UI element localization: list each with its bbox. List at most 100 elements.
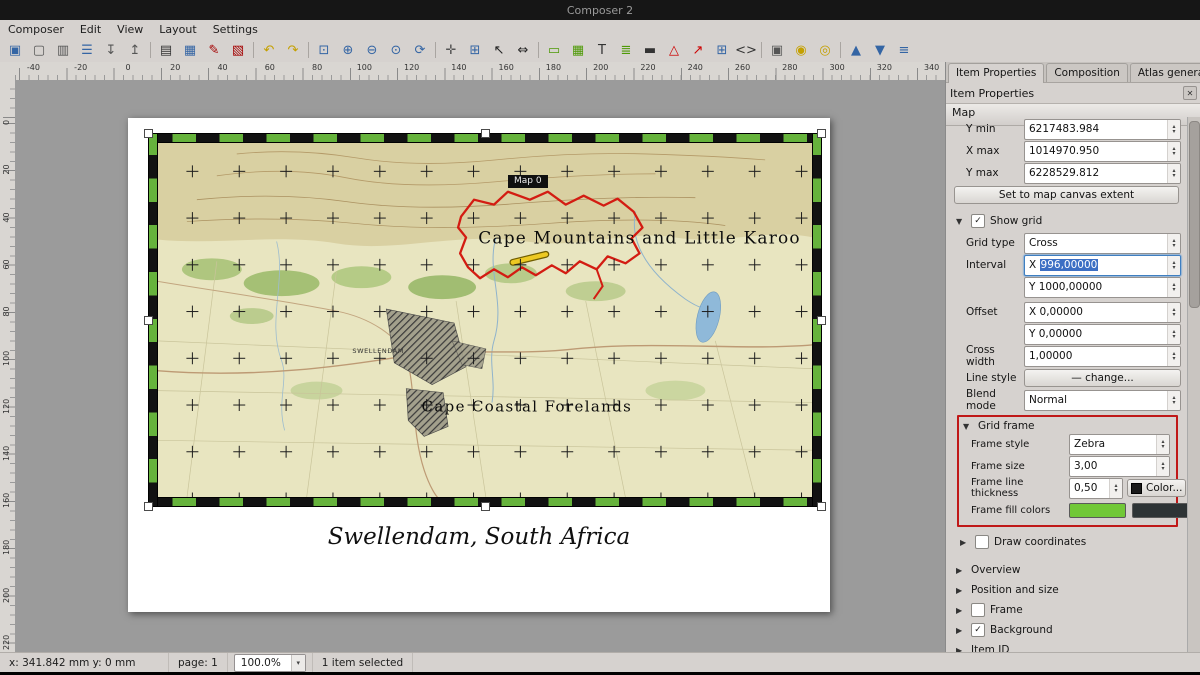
export-svg-icon[interactable]: ✎ [203,40,225,61]
interval-y-field[interactable]: Y 1000,00000 ▴▾ [1024,277,1181,298]
new-composer-icon[interactable]: ▢ [28,40,50,61]
set-map-canvas-extent-button[interactable]: Set to map canvas extent [954,186,1179,204]
add-label-icon[interactable]: T [591,40,613,61]
combo-arrows-icon[interactable]: ▴▾ [1156,435,1169,454]
background-checkbox[interactable]: ✓ [971,623,985,637]
zoom-level-combo[interactable]: 100.0% ▾ [234,654,306,672]
spinner-arrows-icon[interactable]: ▴▾ [1167,325,1180,344]
spinner-arrows-icon[interactable]: ▴▾ [1167,303,1180,322]
select-move-item-icon[interactable]: ↖ [488,40,510,61]
add-arrow-icon[interactable]: ↗ [687,40,709,61]
composition-canvas[interactable]: Cape Mountains and Little Karoo Cape Coa… [15,80,945,653]
collapse-arrow-icon[interactable]: ▼ [963,422,973,431]
add-map-icon[interactable]: ▭ [543,40,565,61]
add-scalebar-icon[interactable]: ▬ [639,40,661,61]
spinner-arrows-icon[interactable]: ▴▾ [1156,457,1169,476]
scrollbar-thumb[interactable] [1189,121,1200,308]
spinner-arrows-icon[interactable]: ▴▾ [1167,120,1180,139]
unlock-items-icon[interactable]: ◎ [814,40,836,61]
zoom-out-icon[interactable]: ⊖ [361,40,383,61]
collapse-arrow-icon[interactable]: ▼ [956,217,966,226]
save-project-icon[interactable]: ▣ [4,40,26,61]
ymin-field[interactable]: 6217483.984 ▴▾ [1024,119,1181,140]
close-panel-icon[interactable]: ✕ [1183,86,1197,100]
lower-items-icon[interactable]: ▼ [869,40,891,61]
save-template-icon[interactable]: ↥ [124,40,146,61]
blend-mode-combo[interactable]: Normal ▴▾ [1024,390,1181,411]
add-table-icon[interactable]: ⊞ [711,40,733,61]
selection-handle-e[interactable] [817,316,826,325]
frame-line-thickness-field[interactable]: 0,50 ▴▾ [1069,478,1123,499]
spinner-arrows-icon[interactable]: ▴▾ [1167,347,1180,366]
map-item[interactable]: Cape Mountains and Little Karoo Cape Coa… [148,133,822,507]
export-pdf-icon[interactable]: ▧ [227,40,249,61]
undo-icon[interactable]: ↶ [258,40,280,61]
panel-scrollbar[interactable] [1187,117,1200,653]
chevron-down-icon[interactable]: ▾ [291,655,305,671]
zoom-full-icon[interactable]: ⊡ [313,40,335,61]
interval-x-field[interactable]: X 996,00000 ▴▾ [1024,255,1181,276]
zoom-rect-icon[interactable]: ⊞ [464,40,486,61]
export-image-icon[interactable]: ▦ [179,40,201,61]
frame-fill-color1-swatch[interactable] [1069,503,1126,518]
menu-layout[interactable]: Layout [151,22,204,37]
grid-type-combo[interactable]: Cross ▴▾ [1024,233,1181,254]
spinner-arrows-icon[interactable]: ▴▾ [1167,278,1180,297]
menu-view[interactable]: View [109,22,151,37]
combo-arrows-icon[interactable]: ▴▾ [1167,391,1180,410]
composer-manager-icon[interactable]: ☰ [76,40,98,61]
expand-arrow-icon[interactable]: ▶ [956,566,966,575]
expand-arrow-icon[interactable]: ▶ [956,586,966,595]
composition-title-label[interactable]: Swellendam, South Africa [128,524,830,550]
menu-settings[interactable]: Settings [205,22,266,37]
frame-style-combo[interactable]: Zebra ▴▾ [1069,434,1170,455]
selection-handle-se[interactable] [817,502,826,511]
frame-fill-color2-swatch[interactable] [1132,503,1187,518]
frame-checkbox[interactable] [971,603,985,617]
show-grid-checkbox[interactable]: ✓ [971,214,985,228]
selection-handle-ne[interactable] [817,129,826,138]
ymax-field[interactable]: 6228529.812 ▴▾ [1024,163,1181,184]
print-icon[interactable]: ▤ [155,40,177,61]
selection-handle-s[interactable] [481,502,490,511]
pan-icon[interactable]: ✛ [440,40,462,61]
selection-handle-nw[interactable] [144,129,153,138]
selection-handle-sw[interactable] [144,502,153,511]
selection-handle-n[interactable] [481,129,490,138]
add-image-icon[interactable]: ▦ [567,40,589,61]
tab-item-properties[interactable]: Item Properties [948,63,1044,83]
tab-composition[interactable]: Composition [1046,63,1128,82]
spinner-arrows-icon[interactable]: ▴▾ [1109,479,1122,498]
raise-items-icon[interactable]: ▲ [845,40,867,61]
cross-width-field[interactable]: 1,00000 ▴▾ [1024,346,1181,367]
add-legend-icon[interactable]: ≣ [615,40,637,61]
offset-y-field[interactable]: Y 0,00000 ▴▾ [1024,324,1181,345]
refresh-view-icon[interactable]: ⟳ [409,40,431,61]
menu-composer[interactable]: Composer [0,22,72,37]
redo-icon[interactable]: ↷ [282,40,304,61]
load-template-icon[interactable]: ↧ [100,40,122,61]
expand-arrow-icon[interactable]: ▶ [960,538,970,547]
spinner-arrows-icon[interactable]: ▴▾ [1167,164,1180,183]
draw-coordinates-checkbox[interactable] [975,535,989,549]
tab-atlas-generation[interactable]: Atlas generation [1130,63,1200,82]
zoom-in-icon[interactable]: ⊕ [337,40,359,61]
expand-arrow-icon[interactable]: ▶ [956,606,966,615]
spinner-arrows-icon[interactable]: ▴▾ [1167,142,1180,161]
menu-edit[interactable]: Edit [72,22,109,37]
frame-size-field[interactable]: 3,00 ▴▾ [1069,456,1170,477]
selection-handle-w[interactable] [144,316,153,325]
combo-arrows-icon[interactable]: ▴▾ [1167,234,1180,253]
xmax-field[interactable]: 1014970.950 ▴▾ [1024,141,1181,162]
lock-items-icon[interactable]: ◉ [790,40,812,61]
group-items-icon[interactable]: ▣ [766,40,788,61]
add-shape-icon[interactable]: △ [663,40,685,61]
expand-arrow-icon[interactable]: ▶ [956,626,966,635]
duplicate-composer-icon[interactable]: ▥ [52,40,74,61]
offset-x-field[interactable]: X 0,00000 ▴▾ [1024,302,1181,323]
spinner-arrows-icon[interactable]: ▴▾ [1167,256,1180,275]
zoom-actual-icon[interactable]: ⊙ [385,40,407,61]
add-html-icon[interactable]: <> [735,40,757,61]
line-style-change-button[interactable]: — change... [1024,369,1181,387]
move-item-content-icon[interactable]: ⇔ [512,40,534,61]
